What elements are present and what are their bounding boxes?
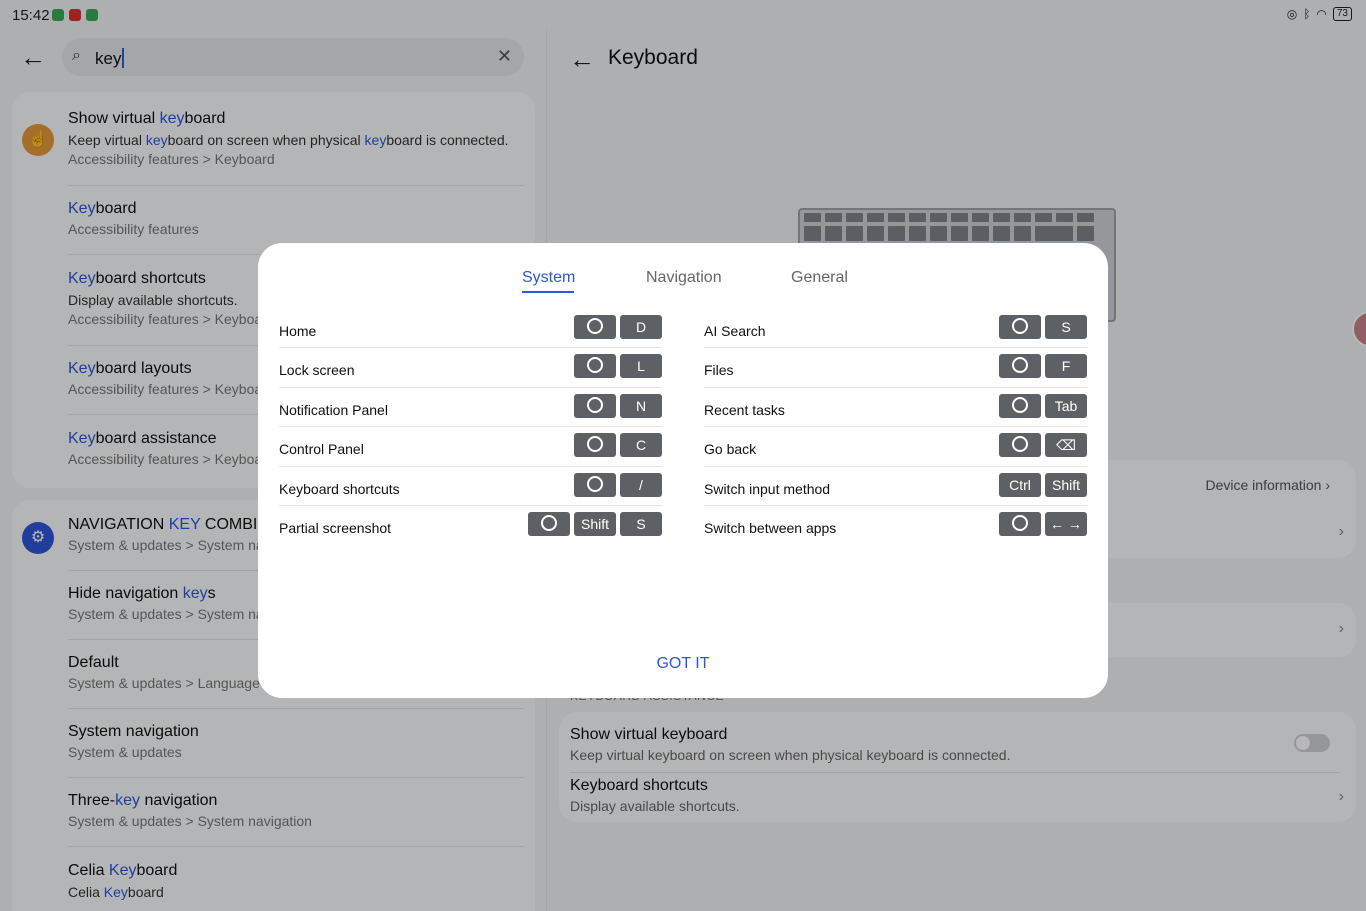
shortcut-label: Notification Panel bbox=[279, 401, 388, 418]
key-cap: Shift bbox=[574, 511, 616, 536]
shortcut-label: Switch input method bbox=[704, 480, 831, 497]
huawei-key-icon bbox=[528, 511, 570, 536]
key-cap: / bbox=[620, 472, 662, 497]
shortcut-list-left: Home D Lock screen L Notification Panel … bbox=[279, 309, 662, 545]
shortcut-label: Lock screen bbox=[279, 362, 355, 379]
backspace-icon: ⌫ bbox=[1045, 433, 1087, 458]
shortcut-label: Files bbox=[704, 362, 734, 379]
key-cap: Tab bbox=[1045, 393, 1087, 418]
key-cap: D bbox=[620, 315, 662, 339]
shortcut-row-go-back: Go back ⌫ bbox=[704, 427, 1087, 467]
key-cap: Ctrl bbox=[999, 472, 1041, 497]
shortcut-label: Control Panel bbox=[279, 441, 364, 458]
key-cap: C bbox=[620, 433, 662, 458]
tab-indicator bbox=[522, 291, 574, 293]
shortcut-row-home: Home D bbox=[279, 309, 662, 349]
huawei-key-icon bbox=[574, 472, 616, 497]
shortcut-row-keyboard-shortcuts: Keyboard shortcuts / bbox=[279, 467, 662, 506]
tab-general[interactable]: General bbox=[791, 269, 848, 287]
shortcut-label: Go back bbox=[704, 441, 757, 458]
huawei-key-icon bbox=[999, 511, 1041, 536]
huawei-key-icon bbox=[574, 393, 616, 418]
shortcut-row-control-panel: Control Panel C bbox=[279, 427, 662, 467]
shortcut-row-recent-tasks: Recent tasks Tab bbox=[704, 388, 1087, 428]
keyboard-shortcuts-dialog: System Navigation General Home D Lock sc… bbox=[258, 243, 1108, 698]
shortcut-label: AI Search bbox=[704, 323, 766, 339]
shortcut-label: Keyboard shortcuts bbox=[279, 480, 400, 497]
shortcut-row-lock-screen: Lock screen L bbox=[279, 348, 662, 388]
shortcut-row-switch-input-method: Switch input method Ctrl Shift bbox=[704, 467, 1087, 506]
huawei-key-icon bbox=[999, 354, 1041, 379]
shortcut-label: Recent tasks bbox=[704, 401, 785, 418]
shortcut-row-partial-screenshot: Partial screenshot Shift S bbox=[279, 506, 662, 545]
key-cap: F bbox=[1045, 354, 1087, 379]
huawei-key-icon bbox=[574, 354, 616, 379]
shortcut-row-switch-between-apps: Switch between apps ← → bbox=[704, 506, 1087, 545]
shortcut-row-notification-panel: Notification Panel N bbox=[279, 388, 662, 428]
got-it-button[interactable]: GOT IT bbox=[258, 655, 1108, 673]
key-cap: S bbox=[620, 511, 662, 536]
huawei-key-icon bbox=[999, 315, 1041, 339]
tab-system[interactable]: System bbox=[522, 269, 575, 287]
key-cap: S bbox=[1045, 315, 1087, 339]
key-cap: Shift bbox=[1045, 472, 1087, 497]
screen: 15:42 ◎ ᛒ ◠ 73 ← ⌕ key ✕ ☝ Show virtual … bbox=[0, 0, 1366, 911]
key-cap: N bbox=[620, 393, 662, 418]
shortcut-list-right: AI Search S Files F Recent tasks Tab Go … bbox=[704, 309, 1087, 545]
shortcut-row-files: Files F bbox=[704, 348, 1087, 388]
shortcut-row-ai-search: AI Search S bbox=[704, 309, 1087, 349]
arrow-keys-icon: ← → bbox=[1045, 511, 1087, 536]
shortcut-label: Partial screenshot bbox=[279, 519, 392, 536]
huawei-key-icon bbox=[574, 433, 616, 458]
tab-navigation[interactable]: Navigation bbox=[646, 269, 722, 287]
huawei-key-icon bbox=[999, 393, 1041, 418]
shortcut-label: Home bbox=[279, 323, 317, 339]
huawei-key-icon bbox=[574, 315, 616, 339]
huawei-key-icon bbox=[999, 433, 1041, 458]
key-cap: L bbox=[620, 354, 662, 379]
shortcut-label: Switch between apps bbox=[704, 519, 837, 536]
